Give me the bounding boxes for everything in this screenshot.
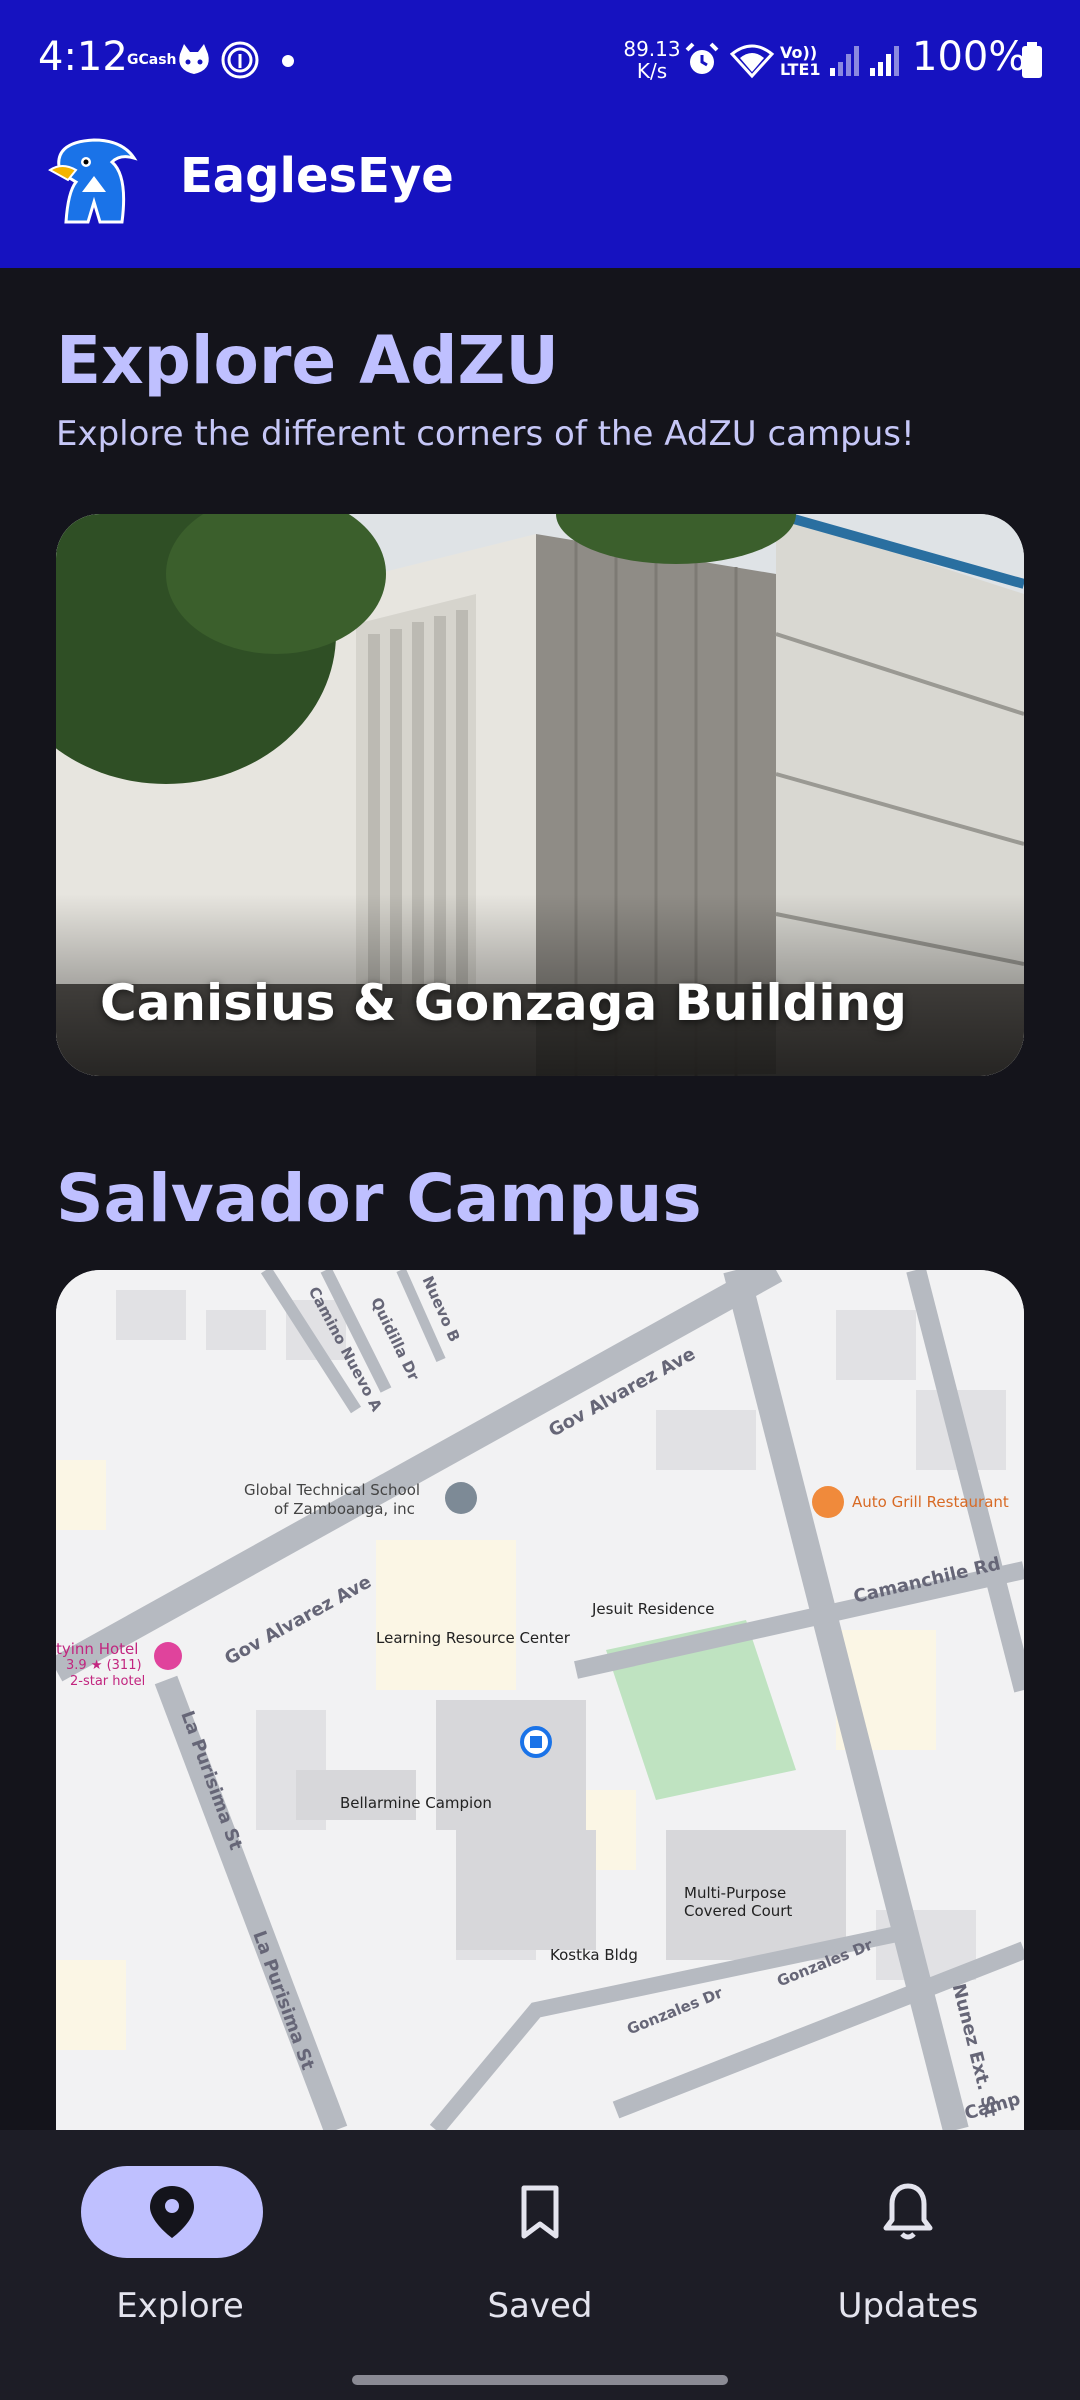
map-label-court-2: Covered Court xyxy=(684,1902,793,1920)
signal-1-icon xyxy=(830,46,859,76)
eagle-logo-icon xyxy=(48,138,138,224)
speed-unit: K/s xyxy=(636,59,668,83)
volte-top: Vo)) xyxy=(780,43,818,62)
building-card-label: Canisius & Gonzaga Building xyxy=(100,974,907,1032)
nav-explore-label: Explore xyxy=(116,2286,244,2326)
nav-explore[interactable]: Explore xyxy=(0,2130,360,2400)
campus-map[interactable]: Global Technical School of Zamboanga, in… xyxy=(56,1270,1024,2130)
map-label-jesuit: Jesuit Residence xyxy=(592,1600,715,1618)
map-label-restaurant: Auto Grill Restaurant xyxy=(852,1493,1009,1511)
fingerprint-icon xyxy=(221,41,259,79)
nav-saved-label: Saved xyxy=(487,2286,593,2326)
status-time: 4:12 xyxy=(38,34,128,80)
location-pin-icon xyxy=(150,2186,194,2238)
battery-icon xyxy=(1022,42,1042,78)
bookmark-icon xyxy=(521,2185,559,2239)
alarm-icon xyxy=(685,42,719,74)
map-label-court: Multi-Purpose xyxy=(684,1884,787,1902)
map-label-school: Global Technical School xyxy=(244,1481,421,1499)
status-bar: 4:12 GCash 89.13 K/s Vo)) LTE1 100% xyxy=(0,0,1080,124)
home-indicator[interactable] xyxy=(352,2375,728,2385)
wifi-icon xyxy=(730,44,775,79)
map-label-hotel: tyinn Hotel xyxy=(56,1640,139,1658)
map-label-kostka: Kostka Bldg xyxy=(550,1946,638,1964)
speed-value: 89.13 xyxy=(623,37,681,61)
nav-updates-label: Updates xyxy=(837,2286,979,2326)
volte-bottom: LTE1 xyxy=(780,60,821,79)
campus-title: Salvador Campus xyxy=(56,1160,702,1237)
volte-indicator: Vo)) LTE1 xyxy=(780,44,821,78)
notification-dot xyxy=(282,55,294,67)
app-header: 4:12 GCash 89.13 K/s Vo)) LTE1 100% Eagl… xyxy=(0,0,1080,268)
gcash-notification: GCash xyxy=(127,52,177,68)
bell-icon xyxy=(883,2183,933,2240)
map-label-school-2: of Zamboanga, inc xyxy=(274,1500,415,1518)
map-label-hotel-class: 2-star hotel xyxy=(70,1674,146,1689)
cat-notification-icon xyxy=(179,44,209,74)
map-label-bellarmine: Bellarmine Campion xyxy=(340,1794,492,1812)
building-card[interactable]: Canisius & Gonzaga Building xyxy=(56,514,1024,1076)
app-title: EaglesEye xyxy=(180,148,454,204)
map-label-hotel-rating: 3.9 ★ (311) xyxy=(66,1658,142,1673)
battery-percent: 100% xyxy=(912,34,1027,80)
signal-2-icon xyxy=(870,46,899,76)
map-label-lrc: Learning Resource Center xyxy=(376,1629,570,1647)
bottom-navigation: Explore Saved Updates xyxy=(0,2130,1080,2400)
explore-title: Explore AdZU xyxy=(56,322,559,399)
network-speed: 89.13 K/s xyxy=(622,38,682,82)
nav-saved[interactable]: Saved xyxy=(360,2130,720,2400)
explore-subtitle: Explore the different corners of the AdZ… xyxy=(56,414,915,454)
nav-updates[interactable]: Updates xyxy=(728,2130,1080,2400)
map-canvas xyxy=(56,1270,1024,2130)
